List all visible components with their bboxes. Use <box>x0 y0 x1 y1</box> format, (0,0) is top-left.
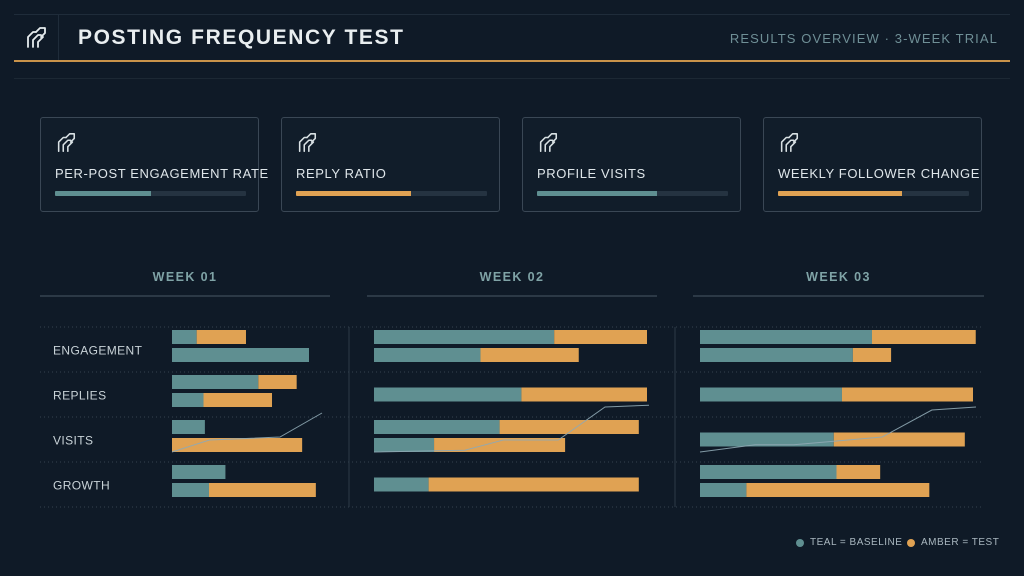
bar-test <box>258 375 297 389</box>
category-label: GROWTH <box>53 479 110 493</box>
bar-baseline <box>172 330 197 344</box>
bar-baseline <box>172 348 309 362</box>
bar-baseline <box>374 438 435 452</box>
bar-baseline <box>172 465 226 479</box>
bar-test <box>746 483 930 497</box>
bar-test <box>208 483 316 497</box>
legend-baseline: TEAL = BASELINE <box>796 537 902 548</box>
bar-baseline <box>700 465 837 479</box>
bar-baseline <box>374 348 481 362</box>
weekly-bar-chart: ENGAGEMENT REPLIES VISITS GROWTH WEEK 01 WEEK… <box>40 270 984 508</box>
bar-test <box>521 387 647 402</box>
bar-test <box>836 465 881 479</box>
bar-test <box>871 330 976 344</box>
legend-amber-swatch <box>907 538 915 547</box>
week-header: WEEK 02 <box>480 270 545 284</box>
bar-baseline <box>374 330 555 344</box>
bar-test <box>480 348 579 362</box>
bar-baseline <box>172 420 205 434</box>
bar-test <box>554 330 647 344</box>
bar-test <box>852 348 892 362</box>
legend-baseline-label: TEAL = BASELINE <box>810 537 903 548</box>
bar-baseline <box>172 393 204 407</box>
week-header: WEEK 03 <box>806 270 871 284</box>
bar-baseline <box>172 375 259 389</box>
bar-baseline <box>374 387 522 402</box>
category-label: VISITS <box>53 434 93 448</box>
category-label: ENGAGEMENT <box>53 344 143 358</box>
category-label: REPLIES <box>53 389 107 403</box>
legend-teal-swatch <box>796 538 804 547</box>
bar-baseline <box>700 330 872 344</box>
bar-baseline <box>172 483 209 497</box>
bar-test <box>172 438 303 452</box>
bar-baseline <box>374 420 500 434</box>
legend-test-label: AMBER = TEST <box>921 537 1000 548</box>
bar-test <box>841 387 973 402</box>
bar-test <box>428 477 639 492</box>
bar-baseline <box>700 348 853 362</box>
week-header: WEEK 01 <box>153 270 218 284</box>
bar-baseline <box>700 387 842 402</box>
legend-test: AMBER = TEST <box>907 537 999 548</box>
bar-test <box>196 330 246 344</box>
bar-baseline <box>700 483 747 497</box>
bar-test <box>203 393 273 407</box>
bar-baseline <box>374 477 429 492</box>
